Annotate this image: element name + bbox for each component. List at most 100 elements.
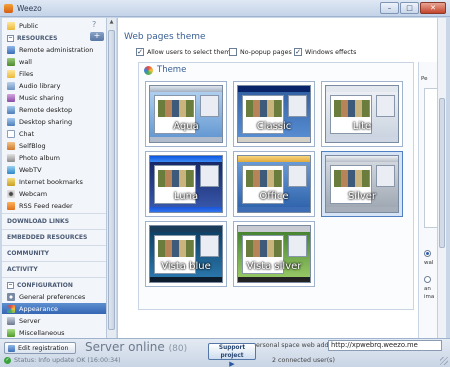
allow-select-theme-checkbox[interactable]: ✓ Allow users to select theme (136, 48, 234, 56)
sidebar-item-remote-desktop[interactable]: Remote desktop (2, 104, 107, 115)
sidebar-item-label: Desktop sharing (19, 117, 73, 126)
web-address-field[interactable]: http://xpwebrq.weezo.me (328, 340, 442, 351)
sidebar-item-audio-library[interactable]: Audio library (2, 80, 107, 91)
sidebar-item-label: wall (19, 57, 32, 66)
theme-thumbnail-classic[interactable]: Classic (233, 81, 315, 147)
preview-sidepane (376, 165, 395, 188)
scroll-up-icon[interactable]: ▲ (108, 19, 115, 26)
theme-label: Vista silver (246, 261, 302, 272)
sidebar-item-label: Audio library (19, 81, 61, 90)
theme-thumbnail-luna[interactable]: Luna (145, 151, 227, 217)
sidebar-item-server[interactable]: Server (2, 315, 107, 326)
preview-sidepane (288, 165, 307, 188)
radio-an-label: an (424, 286, 431, 292)
section-download-links[interactable]: DOWNLOAD LINKS (7, 216, 69, 226)
sidebar-item-remote-administration[interactable]: Remote administration (2, 44, 107, 55)
main-scrollbar[interactable] (437, 18, 446, 338)
help-icon[interactable]: ? (92, 20, 96, 29)
sidebar-item-chat[interactable]: Chat (2, 128, 107, 139)
window-controls: – □ ✕ (380, 2, 446, 14)
radio-wall[interactable] (424, 250, 431, 257)
status-text: Status: Info update OK (16:00:34) (14, 357, 121, 364)
sidebar-item-label: Appearance (19, 304, 59, 313)
section-activity[interactable]: ACTIVITY (7, 264, 38, 274)
gear-icon (7, 293, 15, 301)
rss-icon (7, 202, 15, 210)
preview-taskbar (326, 137, 398, 142)
sidebar-item-internet-bookmarks[interactable]: Internet bookmarks (2, 176, 107, 187)
sidebar-item-appearance[interactable]: Appearance (2, 303, 107, 314)
windows-effects-checkbox[interactable]: ✓ Windows effects (294, 48, 356, 56)
folder-icon (7, 22, 15, 30)
checkbox-box[interactable]: ✓ (294, 48, 302, 56)
server-count: (80) (168, 344, 188, 354)
palette-icon (7, 305, 15, 313)
sidebar-scroll-thumb[interactable] (108, 30, 115, 330)
theme-thumbnail-silver[interactable]: Silver (321, 151, 403, 217)
sidebar-item-miscellaneous[interactable]: Miscellaneous (2, 327, 107, 338)
add-resource-button[interactable]: + (90, 32, 104, 41)
section-embedded-resources[interactable]: EMBEDDED RESOURCES (7, 232, 87, 242)
support-project-button[interactable]: Support project ▶ (208, 343, 256, 367)
theme-preview: Lite (325, 85, 399, 143)
theme-group-header: Theme (139, 63, 415, 77)
preview-sidepane (200, 165, 219, 188)
no-popup-pages-checkbox[interactable]: No-popup pages (229, 48, 292, 56)
sidebar-item-desktop-sharing[interactable]: Desktop sharing (2, 116, 107, 127)
sidebar-item-webtv[interactable]: WebTV (2, 164, 107, 175)
sidebar-item-label: Files (19, 69, 34, 78)
sidebar-item-rss-feed-reader[interactable]: RSS Feed reader (2, 200, 107, 211)
theme-label: Luna (173, 191, 199, 202)
sidebar-item-files[interactable]: Files (2, 68, 107, 79)
radio-image[interactable] (424, 276, 431, 283)
resize-grip-icon[interactable] (440, 357, 448, 365)
preview-titlebar (238, 156, 310, 162)
sidebar-item-label: Miscellaneous (19, 328, 65, 337)
resources-header[interactable]: − RESOURCES (7, 33, 57, 43)
sidebar-item-label: General preferences (19, 292, 86, 301)
theme-thumbnail-lite[interactable]: Lite (321, 81, 403, 147)
checkbox-label: No-popup pages (240, 48, 292, 56)
theme-preview: Silver (325, 155, 399, 213)
maximize-button[interactable]: □ (400, 2, 419, 14)
preview-photos (246, 240, 282, 257)
sidebar-item-general-preferences[interactable]: General preferences (2, 291, 107, 302)
checkbox-label: Allow users to select theme (147, 48, 235, 56)
radio-wall-label: wal (424, 260, 434, 266)
registration-icon (8, 344, 15, 352)
minimize-icon: – (387, 3, 392, 12)
section-community[interactable]: COMMUNITY (7, 248, 49, 258)
close-icon: ✕ (430, 3, 436, 12)
theme-preview: Office (237, 155, 311, 213)
edit-registration-button[interactable]: Edit registration (4, 342, 76, 354)
title-bar: Weezo – □ ✕ (0, 0, 450, 17)
theme-label: Lite (352, 121, 372, 132)
preview-photos (334, 170, 370, 187)
sidebar-scrollbar[interactable]: ▲ (106, 18, 116, 338)
theme-thumbnail-vista-blue[interactable]: Vista blue (145, 221, 227, 287)
sidebar-item-photo-album[interactable]: Photo album (2, 152, 107, 163)
sidebar-item-webcam[interactable]: Webcam (2, 188, 107, 199)
checkbox-box[interactable] (229, 48, 237, 56)
sidebar-item-label: Photo album (19, 153, 60, 162)
theme-thumbnail-vista-silver[interactable]: Vista silver (233, 221, 315, 287)
theme-thumbnail-office[interactable]: Office (233, 151, 315, 217)
sidebar-item-label: RSS Feed reader (19, 201, 73, 210)
blog-icon (7, 142, 15, 150)
sidebar-item-wall[interactable]: wall (2, 56, 107, 67)
divider (2, 277, 107, 278)
theme-thumbnail-aqua[interactable]: Aqua (145, 81, 227, 147)
minimize-button[interactable]: – (380, 2, 399, 14)
collapse-toggle-icon[interactable]: − (7, 281, 14, 289)
palette-icon (144, 65, 153, 75)
preview-sidepane (288, 95, 307, 118)
configuration-header[interactable]: − CONFIGURATION (7, 280, 73, 290)
main-scroll-thumb[interactable] (439, 98, 445, 248)
webcam-icon (7, 190, 15, 198)
close-button[interactable]: ✕ (420, 2, 446, 14)
sidebar-item-selfblog[interactable]: SelfBlog (2, 140, 107, 151)
theme-preview: Vista silver (237, 225, 311, 283)
checkbox-box[interactable]: ✓ (136, 48, 144, 56)
collapse-toggle-icon[interactable]: − (7, 34, 14, 42)
sidebar-item-music-sharing[interactable]: Music sharing (2, 92, 107, 103)
